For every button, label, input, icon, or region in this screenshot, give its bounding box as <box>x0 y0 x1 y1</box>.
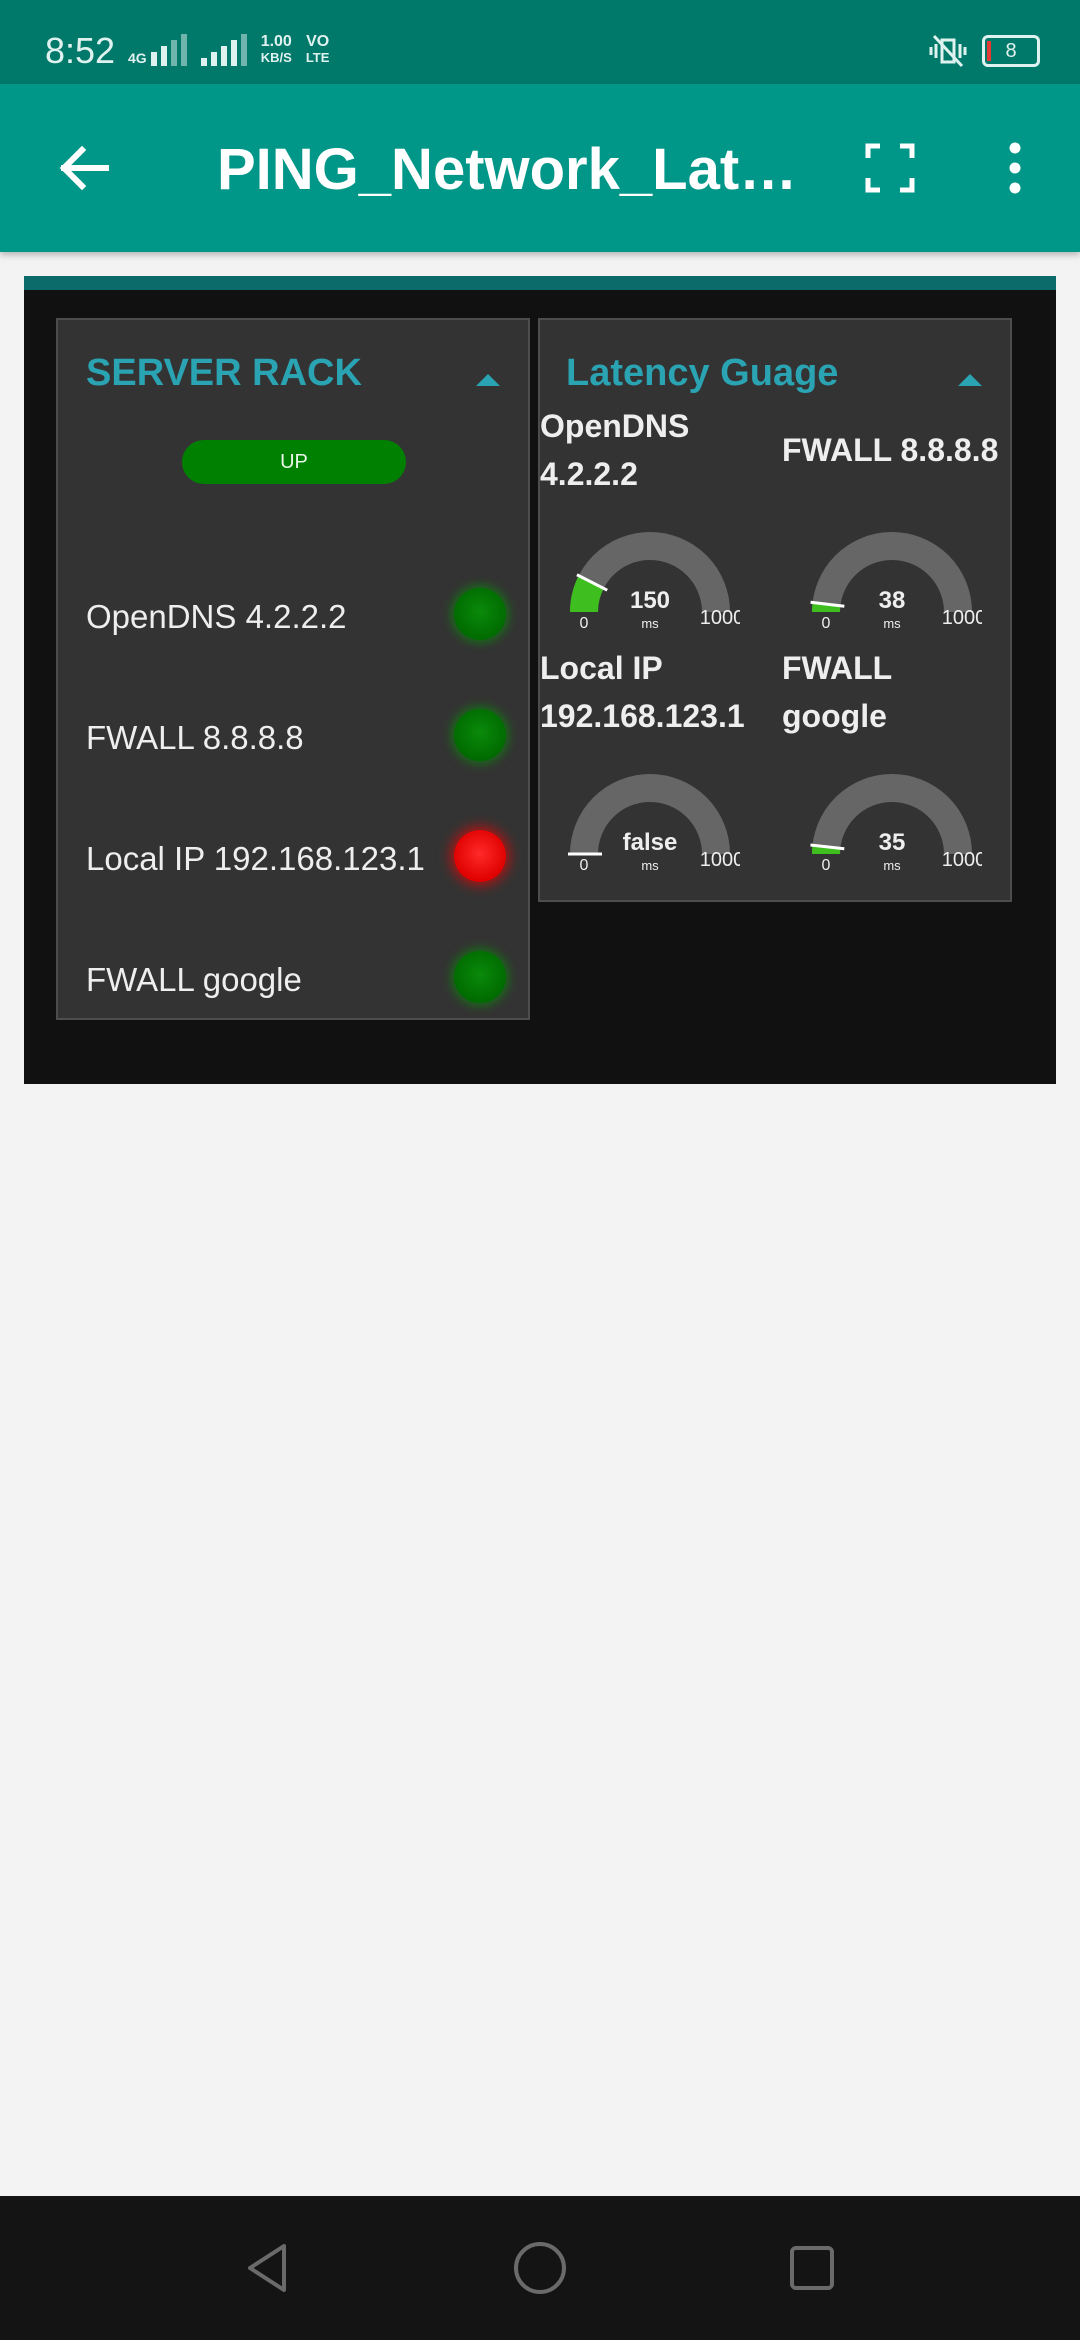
collapse-caret-icon[interactable] <box>958 374 982 386</box>
status-right: 8 <box>928 34 1040 68</box>
gauge-value: 35 <box>879 829 906 856</box>
status-led-icon <box>454 588 506 640</box>
gauge-label-line1: FWALL 8.8.8.8 <box>782 432 999 468</box>
gauge-value: 38 <box>879 587 906 614</box>
gauge-min: 0 <box>822 857 831 874</box>
gauge-svg: 38 ms 0 1000 <box>810 532 982 632</box>
fullscreen-icon[interactable] <box>862 140 918 196</box>
gauge-label-line2: google <box>782 698 887 734</box>
gauge-min: 0 <box>822 615 831 632</box>
network-type-label: 4G <box>128 50 147 66</box>
gauge-svg: 150 ms 0 1000 <box>570 532 740 632</box>
gauge-min: 0 <box>580 615 589 632</box>
gauge-max: 1000 <box>942 849 982 871</box>
collapse-caret-icon[interactable] <box>476 374 500 386</box>
rack-item-fwall-8888: FWALL 8.8.8.8 <box>86 701 506 771</box>
gauge-label-line1: OpenDNS <box>540 408 690 444</box>
home-circle-icon[interactable] <box>512 2240 568 2296</box>
gauge-label-line1: Local IP <box>540 650 663 686</box>
battery-level: 8 <box>1005 39 1017 62</box>
vibrate-icon <box>929 34 967 68</box>
rack-item-local-ip: Local IP 192.168.123.1 <box>86 822 506 892</box>
signal-4g-icon: 4G <box>128 34 187 66</box>
page-title: PING_Network_Lat… <box>217 137 798 202</box>
battery-icon: 8 <box>982 35 1040 67</box>
rack-item-label: OpenDNS 4.2.2.2 <box>86 598 347 635</box>
gauge-unit: ms <box>641 858 659 873</box>
gauge-label-line1: FWALL <box>782 650 893 686</box>
status-led-icon <box>454 709 506 761</box>
gauge-max: 1000 <box>700 849 740 871</box>
gauge-max: 1000 <box>700 607 740 629</box>
latency-gauge-title: Latency Guage <box>566 352 839 394</box>
recents-square-icon[interactable] <box>784 2240 840 2296</box>
latency-gauge-fwall-8888: 38 ms 0 1000 <box>802 512 982 632</box>
server-rack-title: SERVER RACK <box>86 352 362 394</box>
latency-gauge-fwall-google: 35 ms 0 1000 <box>802 754 982 874</box>
app-bar: PING_Network_Lat… <box>0 84 1080 252</box>
volte-bottom: LTE <box>305 50 330 65</box>
speed-value: 1.00 <box>260 33 292 50</box>
gauge-label-opendns: OpenDNS 4.2.2.2 <box>540 402 689 498</box>
speed-unit: KB/S <box>260 50 292 65</box>
status-bar: 8:52 4G 1.00 KB/S VO LTE 8 <box>0 0 1080 84</box>
gauge-label-local-ip: Local IP 192.168.123.1 <box>540 644 745 740</box>
signal-strength-icon <box>200 34 247 66</box>
back-triangle-icon[interactable] <box>240 2240 296 2296</box>
gauge-svg: 35 ms 0 1000 <box>810 774 982 874</box>
rack-item-label: FWALL google <box>86 961 302 998</box>
gauge-min: 0 <box>580 857 589 874</box>
latency-gauge-local-ip: false ms 0 1000 <box>560 754 740 874</box>
rack-item-opendns: OpenDNS 4.2.2.2 <box>86 580 506 650</box>
clock: 8:52 <box>45 30 116 71</box>
gauge-fill <box>570 575 604 613</box>
gauge-value: 150 <box>630 587 670 614</box>
gauge-label-line2: 4.2.2.2 <box>540 456 638 492</box>
status-led-icon <box>454 951 506 1003</box>
data-speed: 1.00 KB/S <box>261 34 292 66</box>
gauge-unit: ms <box>883 858 901 873</box>
server-rack-panel: SERVER RACK UP OpenDNS 4.2.2.2 FWALL 8.8… <box>56 318 530 1020</box>
latency-gauge-opendns: 150 ms 0 1000 <box>560 512 740 632</box>
gauge-svg: false ms 0 1000 <box>568 774 740 874</box>
status-led-icon <box>454 830 506 882</box>
latency-gauge-panel: Latency Guage OpenDNS 4.2.2.2 FWALL 8.8.… <box>538 318 1012 902</box>
rack-item-label: FWALL 8.8.8.8 <box>86 719 304 756</box>
status-badge-label: UP <box>280 450 308 473</box>
back-arrow-icon[interactable] <box>52 136 116 200</box>
network-indicators: 4G 1.00 KB/S VO LTE <box>128 34 329 66</box>
status-badge: UP <box>182 440 406 484</box>
volte-top: VO <box>306 33 330 50</box>
gauge-value: false <box>623 829 678 856</box>
more-vert-icon[interactable] <box>1000 140 1030 196</box>
gauge-label-fwall-8888: FWALL 8.8.8.8 <box>782 426 998 474</box>
dashboard: SERVER RACK UP OpenDNS 4.2.2.2 FWALL 8.8… <box>24 276 1056 1084</box>
volte-indicator: VO LTE <box>306 34 330 66</box>
gauge-unit: ms <box>883 616 901 631</box>
rack-item-label: Local IP 192.168.123.1 <box>86 840 425 877</box>
gauge-unit: ms <box>641 616 659 631</box>
gauge-max: 1000 <box>942 607 982 629</box>
rack-item-fwall-google: FWALL google <box>86 943 506 1013</box>
system-nav-bar <box>0 2196 1080 2340</box>
gauge-label-line2: 192.168.123.1 <box>540 698 745 734</box>
gauge-label-fwall-google: FWALL google <box>782 644 892 740</box>
